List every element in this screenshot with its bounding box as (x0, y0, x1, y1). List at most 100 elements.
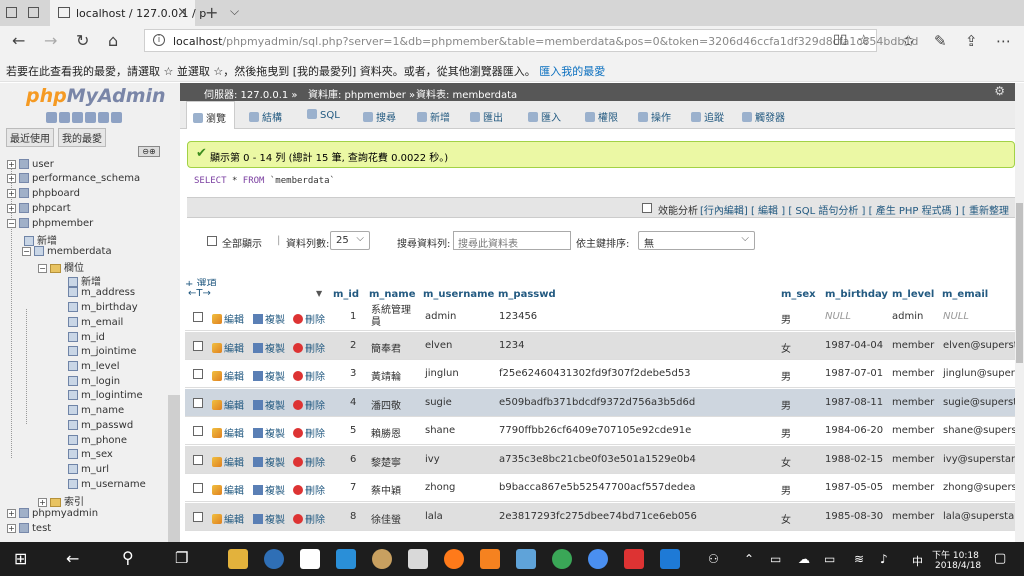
breadcrumb-database[interactable]: 資料庫: phpmember » (308, 86, 415, 101)
chrome-canary-icon[interactable] (588, 549, 608, 569)
column-header-m-sex[interactable]: m_sex (781, 289, 816, 300)
copy-row-button[interactable]: 複製 (253, 368, 285, 383)
tree-db-phpboard[interactable]: + phpboard (7, 188, 80, 202)
explorer-icon[interactable] (408, 549, 428, 569)
sql-query-text[interactable]: SELECT * FROM `memberdata` (194, 176, 335, 186)
column-header-m-birthday[interactable]: m_birthday (825, 289, 888, 300)
delete-row-button[interactable]: 刪除 (293, 511, 325, 526)
row-checkbox[interactable] (193, 397, 203, 408)
tree-columns-folder[interactable]: − 欄位 (38, 259, 84, 274)
column-header-m-passwd[interactable]: m_passwd (498, 289, 556, 300)
phpmyadmin-logo[interactable]: phpMyAdmin (26, 85, 166, 107)
favorite-tables-tab[interactable]: 我的最愛 (58, 128, 106, 147)
tree-column[interactable]: m_birthday (68, 302, 138, 316)
tab-preview-icon[interactable] (6, 7, 17, 18)
xampp-icon[interactable] (480, 549, 500, 569)
filter-rows-input[interactable]: 搜尋此資料表 (453, 231, 571, 250)
recent-tables-tab[interactable]: 最近使用 (6, 128, 54, 147)
tab-operations[interactable]: 操作 (638, 101, 671, 129)
media-player-icon[interactable] (264, 549, 284, 569)
query-window-icon[interactable] (72, 112, 83, 123)
tree-db-phpmyadmin[interactable]: + phpmyadmin (7, 508, 98, 522)
refresh-icon[interactable]: ↻ (76, 31, 89, 50)
row-checkbox[interactable] (193, 340, 203, 351)
delete-row-button[interactable]: 刪除 (293, 340, 325, 355)
tree-columns-new[interactable]: 新增 (68, 273, 101, 288)
delete-row-button[interactable]: 刪除 (293, 425, 325, 440)
tree-indexes-folder[interactable]: + 索引 (38, 493, 84, 508)
app-window-icon[interactable] (624, 549, 644, 569)
tree-db-phpcart[interactable]: + phpcart (7, 203, 71, 217)
settings-gear-icon[interactable]: ⚙ (994, 84, 1005, 98)
home-icon[interactable]: ⌂ (108, 31, 118, 50)
collapse-all-button[interactable]: ⊖⊕ (138, 146, 160, 157)
copy-row-button[interactable]: 複製 (253, 511, 285, 526)
copy-row-button[interactable]: 複製 (253, 340, 285, 355)
people-icon[interactable]: ⚇ (708, 552, 719, 566)
tree-column[interactable]: m_name (68, 405, 124, 419)
tab-close-icon[interactable]: × (177, 5, 188, 20)
browser-tab[interactable]: localhost / 127.0.0.1 / p × (50, 0, 206, 26)
tree-db-phpmember[interactable]: − phpmember (7, 218, 93, 232)
tree-column[interactable]: m_email (68, 317, 123, 331)
sort-by-key-select[interactable]: 無 ⌵ (638, 231, 755, 250)
tab-triggers[interactable]: 觸發器 (742, 101, 785, 129)
column-visibility-dropdown-icon[interactable]: ▼ (316, 289, 322, 298)
column-header-m-name[interactable]: m_name (369, 289, 416, 300)
home-icon[interactable] (46, 112, 57, 123)
tree-column[interactable]: m_level (68, 361, 120, 375)
row-checkbox[interactable] (193, 312, 203, 322)
breadcrumb-table[interactable]: 資料表: memberdata (416, 86, 517, 101)
edit-row-button[interactable]: 編輯 (212, 397, 244, 412)
table-row[interactable]: 編輯 複製 刪除 3 黃靖輪 jinglun f25e62460431302fd9f307f… (185, 360, 1015, 388)
tree-column[interactable]: m_passwd (68, 420, 133, 434)
tree-db-test[interactable]: + test (7, 523, 51, 537)
delete-row-button[interactable]: 刪除 (293, 368, 325, 383)
tree-column[interactable]: m_sex (68, 449, 113, 463)
tray-overflow-icon[interactable]: ⌃ (744, 552, 754, 566)
volume-icon[interactable]: ♪ (880, 552, 888, 566)
copy-row-button[interactable]: 複製 (253, 454, 285, 469)
tree-column[interactable]: m_login (68, 376, 120, 390)
copy-row-button[interactable]: 複製 (253, 311, 285, 326)
tab-tracking[interactable]: 追蹤 (691, 101, 724, 129)
settings-gear-icon[interactable] (98, 112, 109, 123)
file-explorer-icon[interactable] (228, 549, 248, 569)
copy-row-button[interactable]: 複製 (253, 482, 285, 497)
column-move-arrows[interactable]: ←T→ (188, 288, 211, 299)
tab-export[interactable]: 匯出 (470, 101, 503, 129)
more-icon[interactable]: ⋯ (996, 32, 1011, 50)
query-action-links[interactable]: [行內編輯] [ 編輯 ] [ SQL 語句分析 ] [ 產生 PHP 程式碼 … (700, 202, 1009, 217)
docs-icon[interactable] (85, 112, 96, 123)
table-row[interactable]: 編輯 複製 刪除 8 徐佳螢 lala 2e3817293fc275dbee74bd71ce… (185, 502, 1015, 531)
tree-column[interactable]: m_address (68, 287, 135, 301)
back-icon[interactable]: ← (12, 31, 25, 50)
tab-structure[interactable]: 結構 (249, 101, 282, 129)
virtualbox-icon[interactable] (516, 549, 536, 569)
table-row[interactable]: 編輯 複製 刪除 5 賴勝恩 shane 7790ffbb26cf6409e707105e9… (185, 417, 1015, 445)
tree-column[interactable]: m_url (68, 464, 109, 478)
app-icon[interactable] (372, 549, 392, 569)
reading-view-icon[interactable]: ▯▯ (833, 32, 847, 47)
column-header-m-id[interactable]: m_id (333, 289, 359, 300)
ime-indicator[interactable]: 中 (912, 553, 923, 569)
edit-row-button[interactable]: 編輯 (212, 482, 244, 497)
task-view-back-icon[interactable]: ← (66, 549, 79, 568)
row-checkbox[interactable] (193, 511, 203, 522)
tree-column[interactable]: m_username (68, 479, 146, 493)
share-icon[interactable]: ⇪ (965, 32, 978, 50)
edit-row-button[interactable]: 編輯 (212, 368, 244, 383)
new-tab-button[interactable]: + (205, 3, 218, 22)
clock-time[interactable]: 下午 10:18 (932, 548, 979, 561)
row-checkbox[interactable] (193, 483, 203, 493)
favorites-hub-icon[interactable]: ✩ (902, 32, 915, 50)
forward-icon[interactable]: → (44, 31, 57, 50)
firefox-icon[interactable] (444, 549, 464, 569)
tree-column[interactable]: m_logintime (68, 390, 143, 404)
column-header-m-username[interactable]: m_username (423, 289, 494, 300)
web-note-pen-icon[interactable]: ✎ (934, 32, 947, 50)
delete-row-button[interactable]: 刪除 (293, 397, 325, 412)
row-checkbox[interactable] (193, 426, 203, 436)
tab-insert[interactable]: 新增 (417, 101, 450, 129)
show-all-checkbox[interactable] (207, 236, 217, 246)
